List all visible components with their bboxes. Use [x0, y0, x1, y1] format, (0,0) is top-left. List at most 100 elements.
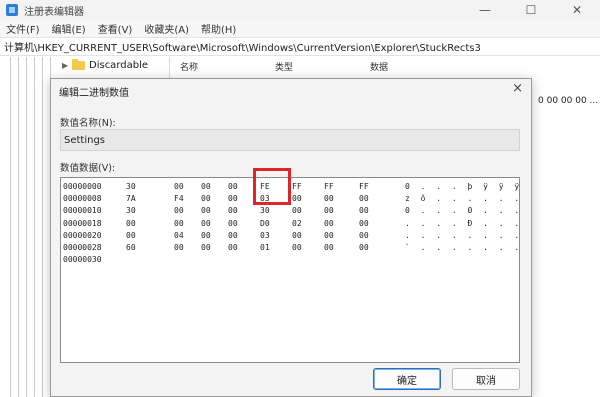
menu-help[interactable]: 帮助(H): [195, 21, 242, 36]
hex-byte[interactable]: 00: [201, 205, 217, 217]
list-value-data: 0 00 00 00 ...: [538, 96, 599, 106]
hex-ascii: z ô . . . . . .: [405, 194, 520, 204]
hex-byte[interactable]: 30: [126, 181, 142, 193]
hex-editor[interactable]: 00000000 30 00 00 00 FE FF FF FF 0 . . . þ ÿ ÿ ÿ0…: [60, 177, 520, 363]
hex-byte[interactable]: 00: [324, 205, 340, 217]
hex-byte[interactable]: 03: [260, 230, 276, 242]
hex-byte[interactable]: 00: [174, 218, 190, 230]
hex-address: 00000008: [63, 194, 102, 204]
hex-byte[interactable]: 00: [228, 193, 244, 205]
hex-ascii: . . . . Ð . . .: [405, 218, 520, 228]
hex-byte[interactable]: 00: [228, 230, 244, 242]
hex-byte[interactable]: D0: [260, 218, 276, 230]
hex-byte[interactable]: 7A: [126, 193, 142, 205]
value-name-label: 数值名称(N):: [60, 118, 116, 129]
hex-byte[interactable]: 00: [228, 181, 244, 193]
hex-byte[interactable]: 00: [126, 218, 142, 230]
hex-byte[interactable]: 00: [324, 242, 340, 254]
hex-byte[interactable]: 00: [292, 193, 308, 205]
hex-byte[interactable]: 00: [359, 218, 375, 230]
dialog-close-icon[interactable]: ×: [512, 81, 523, 96]
hex-row[interactable]: 00000020 00 04 00 00 03 00 00 00 . . . . . . . .: [61, 230, 519, 242]
hex-address: 00000030: [63, 255, 102, 265]
hex-byte[interactable]: 30: [260, 205, 276, 217]
value-data-label: 数值数据(V):: [60, 163, 116, 174]
hex-byte[interactable]: 00: [228, 218, 244, 230]
hex-ascii: . . . . . . . .: [405, 230, 520, 240]
hex-byte[interactable]: 00: [359, 205, 375, 217]
hex-byte[interactable]: 00: [359, 193, 375, 205]
value-name-field: Settings: [60, 129, 520, 151]
hex-byte[interactable]: FE: [260, 181, 276, 193]
hex-address: 00000018: [63, 218, 102, 228]
close-button[interactable]: ✕: [554, 0, 600, 20]
hex-byte[interactable]: 00: [292, 205, 308, 217]
address-bar[interactable]: 计算机\HKEY_CURRENT_USER\Software\Microsoft…: [0, 37, 600, 56]
window-title: 注册表编辑器: [24, 6, 84, 18]
tree-item-label: Discardable: [89, 59, 149, 71]
hex-byte[interactable]: 00: [359, 230, 375, 242]
edit-binary-dialog: 编辑二进制数值 × 数值名称(N): Settings 数值数据(V): 000…: [50, 78, 532, 397]
hex-row[interactable]: 00000000 30 00 00 00 FE FF FF FF 0 . . . þ ÿ ÿ ÿ: [61, 181, 519, 193]
hex-byte[interactable]: 00: [292, 230, 308, 242]
menu-bar: 文件(F) 编辑(E) 查看(V) 收藏夹(A) 帮助(H): [0, 20, 600, 37]
hex-ascii: 0 . . . þ ÿ ÿ ÿ: [405, 182, 520, 191]
hex-row[interactable]: 00000030: [61, 254, 519, 266]
hex-byte[interactable]: 00: [324, 230, 340, 242]
maximize-button[interactable]: ☐: [508, 0, 554, 20]
hex-byte[interactable]: FF: [324, 181, 340, 193]
list-header: 名称 类型 数据: [172, 57, 600, 74]
hex-byte[interactable]: 00: [324, 218, 340, 230]
hex-address: 00000028: [63, 243, 102, 252]
column-name[interactable]: 名称: [180, 60, 198, 73]
chevron-right-icon[interactable]: ▶: [62, 61, 72, 70]
hex-byte[interactable]: 00: [324, 193, 340, 205]
hex-byte[interactable]: 00: [292, 242, 308, 254]
hex-byte[interactable]: 60: [126, 242, 142, 254]
hex-byte[interactable]: 00: [201, 193, 217, 205]
hex-byte[interactable]: 00: [201, 242, 217, 254]
hex-address: 00000020: [63, 230, 102, 240]
menu-view[interactable]: 查看(V): [92, 21, 139, 36]
hex-byte[interactable]: FF: [359, 181, 375, 193]
hex-byte[interactable]: 00: [174, 205, 190, 217]
menu-file[interactable]: 文件(F): [0, 21, 46, 36]
hex-byte[interactable]: FF: [292, 181, 308, 193]
folder-icon: [72, 58, 85, 70]
hex-byte[interactable]: 01: [260, 242, 276, 254]
column-type[interactable]: 类型: [275, 60, 293, 73]
hex-byte[interactable]: 03: [260, 193, 276, 205]
cancel-button[interactable]: 取消: [452, 368, 520, 390]
hex-address: 00000000: [63, 182, 102, 191]
hex-byte[interactable]: 00: [228, 242, 244, 254]
hex-address: 00000010: [63, 206, 102, 216]
hex-row[interactable]: 00000010 30 00 00 00 30 00 00 00 0 . . . 0 . . .: [61, 205, 519, 217]
hex-row[interactable]: 00000028 60 00 00 00 01 00 00 00 ` . . . . . . .: [61, 242, 519, 254]
window-controls: — ☐ ✕: [462, 0, 600, 20]
hex-byte[interactable]: 00: [201, 181, 217, 193]
hex-byte[interactable]: 00: [174, 242, 190, 254]
title-bar: 注册表编辑器 — ☐ ✕: [0, 0, 600, 20]
hex-byte[interactable]: 02: [292, 218, 308, 230]
hex-byte[interactable]: F4: [174, 193, 190, 205]
hex-byte[interactable]: 00: [228, 205, 244, 217]
hex-row[interactable]: 00000018 00 00 00 00 D0 02 00 00 . . . . Ð . . .: [61, 218, 519, 230]
hex-ascii: 0 . . . 0 . . .: [405, 206, 520, 216]
menu-edit[interactable]: 编辑(E): [46, 21, 92, 36]
minimize-button[interactable]: —: [462, 0, 508, 20]
hex-byte[interactable]: 00: [201, 218, 217, 230]
tree-item-discardable[interactable]: ▶ Discardable: [62, 58, 148, 72]
hex-byte[interactable]: 00: [359, 242, 375, 254]
hex-ascii: ` . . . . . . .: [405, 243, 520, 252]
hex-row[interactable]: 00000008 7A F4 00 00 03 00 00 00 z ô . . . . . .: [61, 193, 519, 205]
hex-byte[interactable]: 00: [174, 181, 190, 193]
regedit-app-icon: [6, 4, 18, 16]
dialog-title: 编辑二进制数值: [59, 88, 129, 99]
menu-favorites[interactable]: 收藏夹(A): [138, 21, 195, 36]
column-data[interactable]: 数据: [370, 60, 388, 73]
hex-byte[interactable]: 00: [126, 230, 142, 242]
hex-byte[interactable]: 04: [174, 230, 190, 242]
hex-byte[interactable]: 30: [126, 205, 142, 217]
hex-byte[interactable]: 00: [201, 230, 217, 242]
ok-button[interactable]: 确定: [373, 368, 441, 390]
